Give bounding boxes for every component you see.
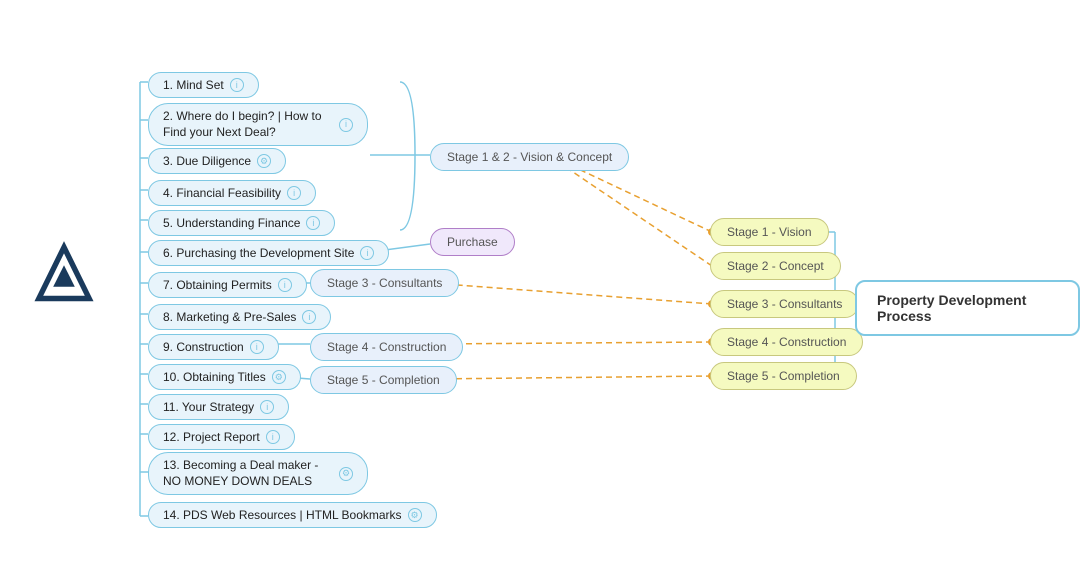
stage-4-construction-box[interactable]: Stage 4 - Construction [310,333,463,361]
info-icon-8[interactable]: i [302,310,316,324]
info-icon-10[interactable]: ⚙ [272,370,286,384]
main-canvas: 1. Mind Set i 2. Where do I begin? | How… [0,0,1080,586]
right-stage-2[interactable]: Stage 2 - Concept [710,252,841,280]
node-8[interactable]: 8. Marketing & Pre-Sales i [148,304,331,330]
pdp-box[interactable]: Property Development Process [855,280,1080,336]
info-icon-5[interactable]: i [306,216,320,230]
stage-3-consultants-box[interactable]: Stage 3 - Consultants [310,269,459,297]
info-icon-11[interactable]: i [260,400,274,414]
node-7[interactable]: 7. Obtaining Permits i [148,272,307,298]
app-logo [28,240,100,312]
node-11[interactable]: 11. Your Strategy i [148,394,289,420]
node-1[interactable]: 1. Mind Set i [148,72,259,98]
node-2[interactable]: 2. Where do I begin? | How to Find your … [148,103,368,146]
info-icon-6[interactable]: i [360,246,374,260]
info-icon-3[interactable]: ⚙ [257,154,271,168]
stage-1-2-box[interactable]: Stage 1 & 2 - Vision & Concept [430,143,629,171]
node-13[interactable]: 13. Becoming a Deal maker - NO MONEY DOW… [148,452,368,495]
node-4[interactable]: 4. Financial Feasibility i [148,180,316,206]
node-3[interactable]: 3. Due Diligence ⚙ [148,148,286,174]
right-stage-1[interactable]: Stage 1 - Vision [710,218,829,246]
right-stage-4[interactable]: Stage 4 - Construction [710,328,863,356]
node-5[interactable]: 5. Understanding Finance i [148,210,335,236]
node-14[interactable]: 14. PDS Web Resources | HTML Bookmarks ⚙ [148,502,437,528]
info-icon-7[interactable]: i [278,278,292,292]
node-12[interactable]: 12. Project Report i [148,424,295,450]
info-icon-2[interactable]: i [339,118,353,132]
right-stage-5[interactable]: Stage 5 - Completion [710,362,857,390]
info-icon-1[interactable]: i [230,78,244,92]
right-stage-3[interactable]: Stage 3 - Consultants [710,290,859,318]
info-icon-13[interactable]: ⚙ [339,467,353,481]
stage-5-completion-box[interactable]: Stage 5 - Completion [310,366,457,394]
info-icon-14[interactable]: ⚙ [408,508,422,522]
purchase-box[interactable]: Purchase [430,228,515,256]
info-icon-4[interactable]: i [287,186,301,200]
info-icon-12[interactable]: i [266,430,280,444]
node-9[interactable]: 9. Construction i [148,334,279,360]
node-6[interactable]: 6. Purchasing the Development Site i [148,240,389,266]
node-10[interactable]: 10. Obtaining Titles ⚙ [148,364,301,390]
info-icon-9[interactable]: i [250,340,264,354]
